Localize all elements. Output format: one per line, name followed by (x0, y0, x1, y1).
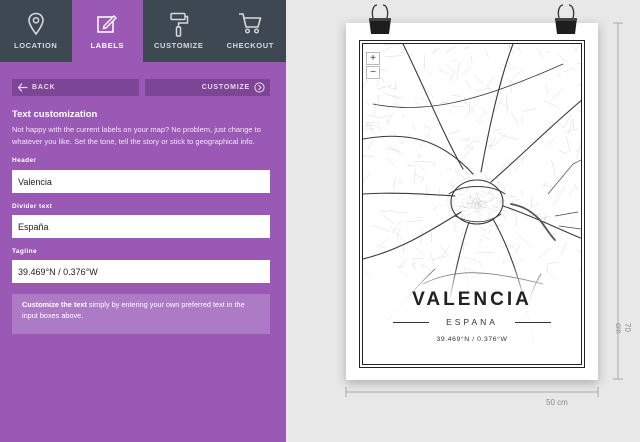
sidebar-panel: LOCATION LABELS CUSTOMIZE CHECKOUT BACK … (0, 0, 286, 442)
map-pin-icon (27, 12, 44, 36)
tagline-field-label: Tagline (12, 248, 38, 255)
customize-label: CUSTOMIZE (201, 84, 250, 91)
binder-clip-icon (369, 4, 391, 34)
tab-label: LABELS (90, 41, 125, 50)
height-label: 70 cm (614, 323, 632, 334)
section-title: Text customization (12, 109, 98, 120)
width-dimension-line (345, 387, 599, 397)
pencil-edit-icon (97, 15, 118, 33)
binder-clip-icon (555, 4, 577, 34)
paint-roller-icon (170, 12, 188, 37)
step-tabs: LOCATION LABELS CUSTOMIZE CHECKOUT (0, 0, 286, 62)
back-label: BACK (32, 84, 56, 91)
map-poster: + − VALENCIA ESPANA 39.469°N / 0.376°W (346, 23, 598, 380)
header-input[interactable] (12, 170, 270, 193)
zoom-in-button[interactable]: + (366, 52, 380, 65)
customize-button[interactable]: CUSTOMIZE (145, 79, 270, 96)
width-label: 50 cm (546, 398, 568, 407)
tab-location[interactable]: LOCATION (0, 0, 72, 62)
tab-label: CHECKOUT (226, 41, 274, 50)
shopping-cart-icon (239, 13, 262, 34)
tab-customize[interactable]: CUSTOMIZE (143, 0, 215, 62)
chevron-right-circle-icon (254, 82, 265, 93)
zoom-out-button[interactable]: − (366, 66, 380, 79)
tab-label: CUSTOMIZE (154, 41, 204, 50)
info-box: Customize the text simply by entering yo… (12, 294, 270, 334)
section-description: Not happy with the current labels on you… (12, 125, 261, 146)
tab-label: LOCATION (14, 41, 58, 50)
back-button[interactable]: BACK (12, 79, 139, 96)
poster-tagline: 39.469°N / 0.376°W (436, 336, 508, 343)
info-bold-text: Customize the text (22, 300, 87, 309)
tab-checkout[interactable]: CHECKOUT (215, 0, 287, 62)
poster-city-title: VALENCIA (412, 289, 532, 310)
poster-divider-text: ESPANA (446, 317, 498, 327)
arrow-left-icon (17, 83, 28, 92)
divider-input[interactable] (12, 215, 270, 238)
tagline-input[interactable] (12, 260, 270, 283)
poster-frame-inner: + − VALENCIA ESPANA 39.469°N / 0.376°W (362, 43, 582, 365)
divider-field-label: Divider text (12, 203, 53, 210)
header-field-label: Header (12, 157, 37, 164)
tab-labels[interactable]: LABELS (71, 0, 143, 62)
